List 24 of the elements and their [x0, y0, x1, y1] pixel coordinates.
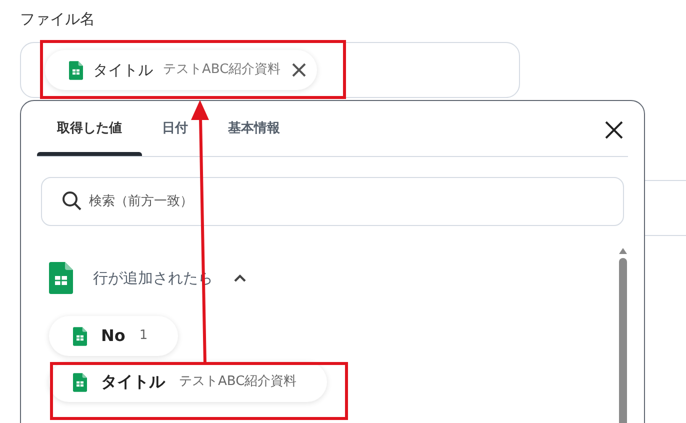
file-name-field[interactable]: タイトル テストABC紹介資料	[20, 42, 520, 98]
scroll-up-icon[interactable]	[619, 248, 627, 254]
chip-value: テストABC紹介資料	[163, 61, 281, 80]
chip-value: 1	[139, 327, 148, 346]
spreadsheet-icon	[73, 372, 87, 392]
spreadsheet-icon	[49, 262, 73, 294]
close-icon[interactable]	[290, 62, 307, 78]
close-icon[interactable]	[604, 120, 624, 140]
tab[interactable]: 取得した値	[37, 101, 142, 156]
chip-value: テストABC紹介資料	[179, 373, 297, 392]
chevron-icon[interactable]	[233, 273, 247, 283]
chip-label: No	[101, 325, 126, 347]
search-field[interactable]: 検索（前方一致）	[41, 177, 624, 226]
spreadsheet-icon	[69, 60, 83, 80]
tab[interactable]: 日付	[142, 101, 208, 156]
search-icon	[62, 191, 82, 211]
scrollbar-thumb[interactable]	[619, 258, 627, 423]
field-label: ファイル名	[20, 9, 96, 30]
spreadsheet-icon	[73, 326, 87, 346]
variable-chip[interactable]: No 1	[49, 316, 178, 356]
variable-chip[interactable]: タイトル テストABC紹介資料	[49, 362, 327, 402]
chip-label: タイトル	[93, 60, 153, 81]
chip-label: タイトル	[101, 371, 165, 393]
tab[interactable]: 基本情報	[208, 101, 300, 156]
